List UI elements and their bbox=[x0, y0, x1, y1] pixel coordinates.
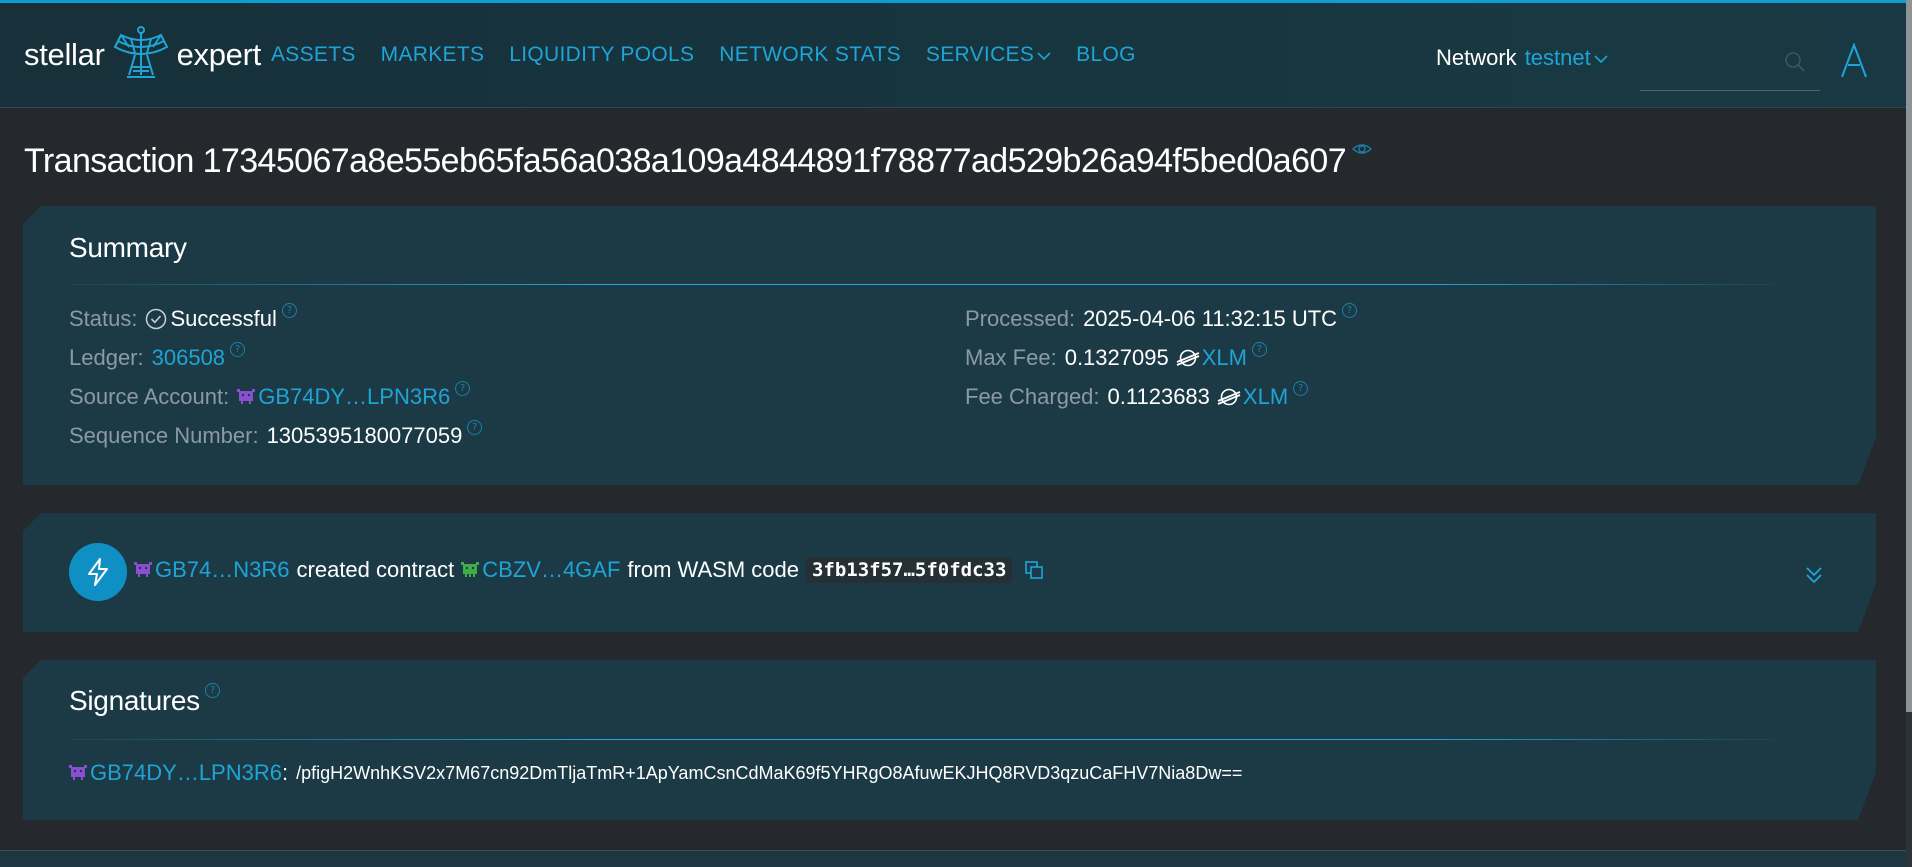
contract-link[interactable]: CBZV…4GAF bbox=[461, 557, 620, 583]
operation-text-wasm: from WASM code bbox=[627, 557, 799, 582]
nav-network-stats[interactable]: NETWORK STATS bbox=[719, 43, 901, 67]
help-icon[interactable]: ? bbox=[282, 303, 297, 318]
network-dropdown[interactable]: testnet bbox=[1525, 45, 1608, 71]
signer-account: GB74DY…LPN3R6 bbox=[90, 760, 282, 785]
fee-charged-label: Fee Charged: bbox=[965, 384, 1100, 409]
ledger-row: Ledger: 306508 ? bbox=[69, 345, 245, 371]
operation-description: GB74…N3R6 created contract CBZV…4GAF fro… bbox=[134, 557, 1044, 583]
footer-strip bbox=[0, 850, 1912, 867]
source-account-value: GB74DY…LPN3R6 bbox=[258, 384, 451, 409]
nav-blog[interactable]: BLOG bbox=[1076, 43, 1136, 67]
status-value: Successful bbox=[170, 306, 277, 331]
source-account-row: Source Account: GB74DY…LPN3R6 ? bbox=[69, 384, 470, 410]
operation-account-link[interactable]: GB74…N3R6 bbox=[134, 557, 290, 583]
help-icon[interactable]: ? bbox=[1342, 303, 1357, 318]
signatures-title: Signatures bbox=[69, 685, 200, 716]
account-identicon-icon bbox=[237, 389, 255, 405]
sequence-label: Sequence Number: bbox=[69, 423, 259, 448]
eye-icon[interactable] bbox=[1352, 141, 1373, 157]
help-icon[interactable]: ? bbox=[455, 381, 470, 396]
xlm-icon bbox=[1217, 387, 1241, 407]
help-icon[interactable]: ? bbox=[205, 683, 220, 698]
check-circle-icon bbox=[145, 308, 167, 330]
operation-account: GB74…N3R6 bbox=[155, 557, 290, 582]
account-identicon-icon bbox=[134, 562, 152, 578]
lightning-bolt-icon bbox=[85, 557, 111, 587]
fee-charged-asset-link[interactable]: XLM bbox=[1243, 384, 1288, 410]
status-label: Status: bbox=[69, 306, 138, 331]
network-value: testnet bbox=[1524, 45, 1591, 70]
summary-title: Summary bbox=[69, 232, 187, 263]
fee-charged-row: Fee Charged: 0.1123683 XLM ? bbox=[965, 384, 1308, 410]
source-account-label: Source Account: bbox=[69, 384, 230, 409]
account-identicon-icon bbox=[69, 765, 87, 781]
signer-link[interactable]: GB74DY…LPN3R6 bbox=[69, 760, 282, 786]
chevron-down-icon bbox=[1594, 55, 1608, 64]
ledger-link[interactable]: 306508 bbox=[152, 345, 225, 371]
max-fee-label: Max Fee: bbox=[965, 345, 1057, 370]
profile-icon[interactable] bbox=[1839, 43, 1869, 79]
xlm-icon bbox=[1176, 348, 1200, 368]
status-row: Status: Successful ? bbox=[69, 306, 297, 332]
signatures-panel: Signatures ? GB74DY…LPN3R6 : /pfigH2WnhK… bbox=[23, 660, 1876, 820]
max-fee-row: Max Fee: 0.1327095 XLM ? bbox=[965, 345, 1267, 371]
ledger-label: Ledger: bbox=[69, 345, 144, 370]
contract-identicon-icon bbox=[461, 562, 479, 578]
signature-separator: : bbox=[281, 760, 289, 785]
header: stellar expert ASSETS MARKETS LIQUIDITY … bbox=[0, 3, 1912, 108]
processed-row: Processed: 2025-04-06 11:32:15 UTC ? bbox=[965, 306, 1357, 332]
max-fee-value: 0.1327095 bbox=[1064, 345, 1169, 370]
chevron-double-down-icon[interactable] bbox=[1803, 564, 1825, 586]
main-nav: ASSETS MARKETS LIQUIDITY POOLS NETWORK S… bbox=[271, 43, 1161, 67]
logo[interactable]: stellar expert bbox=[24, 25, 261, 85]
help-icon[interactable]: ? bbox=[1252, 342, 1267, 357]
processed-value: 2025-04-06 11:32:15 UTC bbox=[1083, 306, 1338, 331]
network-label: Network bbox=[1436, 45, 1517, 70]
satellite-dish-icon bbox=[113, 26, 168, 78]
page-title: Transaction 17345067a8e55eb65fa56a038a10… bbox=[24, 141, 1373, 181]
help-icon[interactable]: ? bbox=[467, 420, 482, 435]
scrollbar-track[interactable] bbox=[1906, 712, 1912, 867]
sequence-row: Sequence Number: 1305395180077059 ? bbox=[69, 423, 482, 449]
processed-label: Processed: bbox=[965, 306, 1076, 331]
operation-panel: GB74…N3R6 created contract CBZV…4GAF fro… bbox=[23, 513, 1876, 632]
fee-charged-value: 0.1123683 bbox=[1107, 384, 1210, 409]
nav-services[interactable]: SERVICES bbox=[926, 43, 1051, 67]
nav-assets[interactable]: ASSETS bbox=[271, 43, 356, 67]
help-icon[interactable]: ? bbox=[230, 342, 245, 357]
sequence-value: 1305395180077059 bbox=[266, 423, 463, 448]
summary-panel: Summary Status: Successful ? Ledger: 306… bbox=[23, 206, 1876, 485]
nav-markets[interactable]: MARKETS bbox=[381, 43, 485, 67]
network-selector: Network testnet bbox=[1436, 45, 1608, 71]
contract-id: CBZV…4GAF bbox=[482, 557, 621, 582]
signatures-divider bbox=[69, 739, 1779, 740]
page-title-text: Transaction 17345067a8e55eb65fa56a038a10… bbox=[24, 142, 1347, 180]
search-icon[interactable] bbox=[1784, 51, 1806, 73]
chevron-down-icon bbox=[1037, 52, 1051, 61]
copy-icon[interactable] bbox=[1024, 560, 1044, 580]
signature-value: /pfigH2WnhKSV2x7M67cn92DmTljaTmR+1ApYamC… bbox=[296, 762, 1243, 783]
nav-liquidity-pools[interactable]: LIQUIDITY POOLS bbox=[509, 43, 694, 67]
signatures-title-row: Signatures ? bbox=[69, 685, 220, 717]
logo-text-left: stellar bbox=[24, 37, 105, 72]
source-account-link[interactable]: GB74DY…LPN3R6 bbox=[237, 384, 450, 410]
help-icon[interactable]: ? bbox=[1293, 381, 1308, 396]
wasm-code-hash: 3fb13f57…5f0fdc33 bbox=[806, 557, 1012, 583]
nav-services-label: SERVICES bbox=[925, 43, 1035, 66]
max-fee-asset-link[interactable]: XLM bbox=[1202, 345, 1247, 371]
signature-row: GB74DY…LPN3R6 : /pfigH2WnhKSV2x7M67cn92D… bbox=[69, 760, 1242, 786]
summary-divider bbox=[69, 284, 1779, 285]
operation-icon-badge bbox=[69, 543, 127, 601]
logo-text-right: expert bbox=[176, 37, 262, 72]
operation-text-created: created contract bbox=[296, 557, 455, 582]
scrollbar-thumb[interactable] bbox=[1906, 0, 1912, 712]
